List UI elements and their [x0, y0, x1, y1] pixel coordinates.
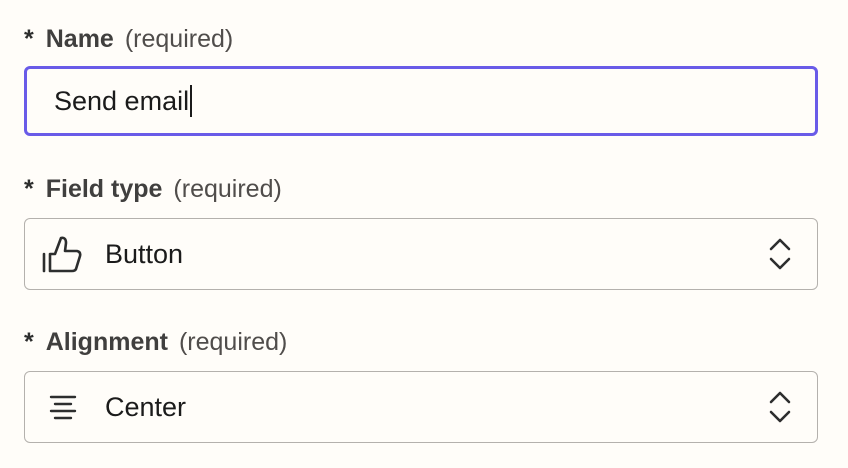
alignment-value[interactable]: Center — [105, 392, 186, 423]
thumbs-up-icon — [41, 232, 85, 276]
required-asterisk: * — [24, 24, 34, 53]
name-input-value-wrap[interactable]: Send email — [54, 85, 193, 117]
name-input[interactable]: Send email — [24, 66, 818, 136]
name-field-label: * Name (required) — [24, 24, 818, 54]
align-center-icon — [41, 385, 85, 429]
required-hint: (required) — [124, 24, 234, 53]
field-type-select[interactable]: Button — [24, 218, 818, 290]
select-chevrons-icon — [769, 391, 791, 423]
required-asterisk: * — [24, 327, 34, 356]
select-chevrons-icon — [769, 238, 791, 270]
required-hint: (required) — [178, 327, 288, 356]
alignment-label-text: Alignment — [45, 327, 168, 356]
name-field-group: * Name (required) Send email — [24, 24, 818, 136]
required-asterisk: * — [24, 174, 34, 203]
field-type-group: * Field type (required) Button — [24, 174, 818, 290]
required-hint: (required) — [173, 174, 282, 203]
alignment-label: * Alignment (required) — [24, 327, 818, 357]
name-input-value[interactable]: Send email — [54, 86, 189, 117]
name-label-text: Name — [45, 24, 114, 53]
text-caret — [190, 85, 193, 117]
field-type-label-text: Field type — [45, 174, 163, 203]
alignment-select[interactable]: Center — [24, 371, 818, 443]
alignment-group: * Alignment (required) Center — [24, 327, 818, 443]
field-type-label: * Field type (required) — [24, 174, 818, 204]
field-type-value[interactable]: Button — [105, 239, 183, 270]
